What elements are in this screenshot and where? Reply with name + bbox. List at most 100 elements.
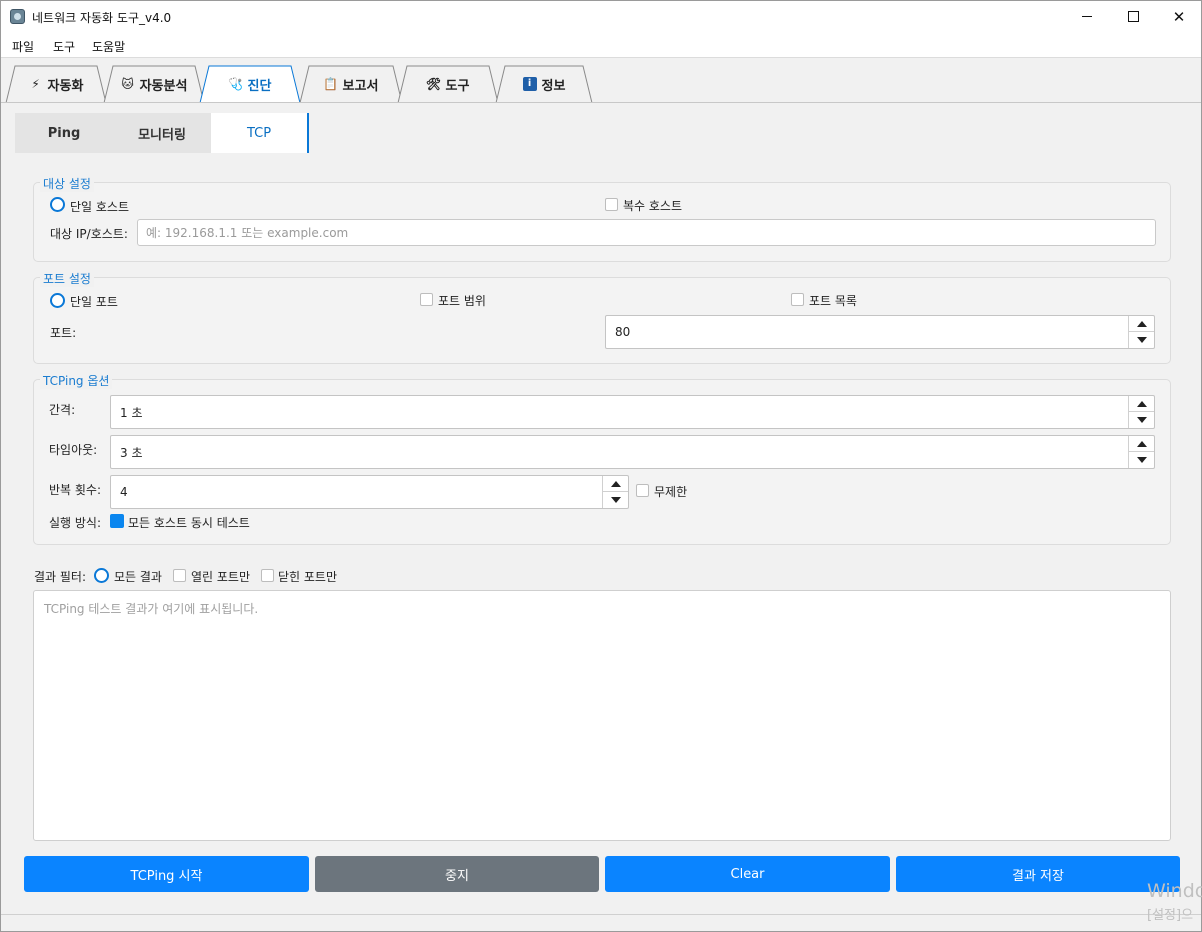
single-port-label: 단일 포트 xyxy=(70,295,118,309)
group-title: 포트 설정 xyxy=(40,270,94,287)
unlimited-label: 무제한 xyxy=(654,485,688,499)
arrow-up-icon xyxy=(1136,440,1147,447)
minimize-icon xyxy=(1082,16,1092,17)
target-ip-input[interactable]: 예: 192.168.1.1 또는 example.com xyxy=(137,219,1156,246)
spin-down-button[interactable] xyxy=(1129,332,1154,348)
filter-open-checkbox[interactable] xyxy=(173,569,186,582)
spin-buttons xyxy=(1128,436,1154,468)
filter-all-label: 모든 결과 xyxy=(114,570,162,584)
port-label: 포트: xyxy=(50,326,77,340)
tab-label: 자동화 xyxy=(47,78,84,94)
result-filter-label: 결과 필터: xyxy=(34,570,87,584)
start-tcping-button[interactable]: TCPing 시작 xyxy=(24,856,309,892)
subtab-tcp[interactable]: TCP xyxy=(211,113,309,153)
sub-tab-bar: Ping 모니터링 TCP xyxy=(15,113,309,153)
repeat-value: 4 xyxy=(120,485,128,499)
filter-closed-checkbox[interactable] xyxy=(261,569,274,582)
maximize-button[interactable] xyxy=(1110,1,1156,32)
close-button[interactable]: ✕ xyxy=(1156,1,1202,32)
unlimited-checkbox[interactable] xyxy=(636,484,649,497)
lightning-icon: ⚡ xyxy=(31,77,40,91)
stethoscope-icon: 🩺 xyxy=(228,77,244,91)
subtab-ping[interactable]: Ping xyxy=(15,113,113,153)
tab-label: 정보 xyxy=(541,78,566,94)
spin-down-button[interactable] xyxy=(1129,452,1154,468)
spin-buttons xyxy=(1128,316,1154,348)
timeout-spinbox[interactable]: 3 초 xyxy=(110,435,1155,469)
multi-host-checkbox[interactable] xyxy=(605,198,618,211)
tcping-options-group: TCPing 옵션 간격: 1 초 타임아웃: 3 초 반복 횟수: 4 무제한… xyxy=(33,372,1171,545)
spin-buttons xyxy=(602,476,628,508)
robot-icon: 🐱 xyxy=(121,77,134,91)
result-textarea[interactable]: TCPing 테스트 결과가 여기에 표시됩니다. xyxy=(33,590,1171,841)
tab-info[interactable]: i 정보 xyxy=(495,65,593,103)
menu-file[interactable]: 파일 xyxy=(12,38,34,55)
exec-mode-option-label: 모든 호스트 동시 테스트 xyxy=(128,516,250,530)
main-tab-bar: ⚡ 자동화 🐱 자동분석 🩺 진단 📋 보고서 🛠 도구 i 정보 xyxy=(1,59,1201,103)
clear-button[interactable]: Clear xyxy=(605,856,890,892)
target-ip-placeholder: 예: 192.168.1.1 또는 example.com xyxy=(146,226,349,240)
repeat-spinbox[interactable]: 4 xyxy=(110,475,629,509)
spin-up-button[interactable] xyxy=(1129,436,1154,452)
menu-tools[interactable]: 도구 xyxy=(53,38,75,55)
tab-auto-analysis[interactable]: 🐱 자동분석 xyxy=(103,65,205,103)
arrow-up-icon xyxy=(610,480,621,487)
single-host-label: 단일 호스트 xyxy=(70,200,130,214)
filter-closed-label: 닫힌 포트만 xyxy=(278,570,338,584)
arrow-down-icon xyxy=(1136,417,1147,423)
port-range-checkbox[interactable] xyxy=(420,293,433,306)
interval-value: 1 초 xyxy=(120,405,143,420)
arrow-up-icon xyxy=(1136,320,1147,327)
title-bar: 네트워크 자동화 도구_v4.0 ✕ xyxy=(1,1,1201,32)
minimize-button[interactable] xyxy=(1064,1,1110,32)
window-title: 네트워크 자동화 도구_v4.0 xyxy=(32,11,172,25)
repeat-label: 반복 횟수: xyxy=(49,483,102,497)
target-settings-group: 대상 설정 단일 호스트 복수 호스트 대상 IP/호스트: 예: 192.16… xyxy=(33,175,1171,262)
tab-label: 진단 xyxy=(247,78,272,94)
group-title: 대상 설정 xyxy=(40,175,94,192)
spin-up-button[interactable] xyxy=(1129,316,1154,332)
tab-tools[interactable]: 🛠 도구 xyxy=(397,65,499,103)
subtab-monitoring[interactable]: 모니터링 xyxy=(113,113,211,153)
app-window: 네트워크 자동화 도구_v4.0 ✕ 파일 도구 도움말 ⚡ 자동화 🐱 자동분석 … xyxy=(0,0,1202,932)
interval-label: 간격: xyxy=(49,403,76,417)
spin-down-button[interactable] xyxy=(603,492,628,508)
close-icon: ✕ xyxy=(1172,7,1186,26)
arrow-down-icon xyxy=(1136,337,1147,343)
port-list-label: 포트 목록 xyxy=(809,294,857,308)
spin-down-button[interactable] xyxy=(1129,412,1154,428)
port-spinbox[interactable]: 80 xyxy=(605,315,1155,349)
port-settings-group: 포트 설정 단일 포트 포트 범위 포트 목록 포트: 80 xyxy=(33,270,1171,364)
port-range-label: 포트 범위 xyxy=(438,294,486,308)
port-list-checkbox[interactable] xyxy=(791,293,804,306)
tab-divider xyxy=(1,102,1201,103)
tab-report[interactable]: 📋 보고서 xyxy=(299,65,403,103)
timeout-label: 타임아웃: xyxy=(49,443,98,457)
tab-label: 도구 xyxy=(445,78,470,94)
single-port-radio[interactable] xyxy=(50,293,65,308)
save-results-button[interactable]: 결과 저장 xyxy=(896,856,1180,892)
spin-buttons xyxy=(1128,396,1154,428)
info-icon: i xyxy=(522,77,537,91)
menu-bar: 파일 도구 도움말 xyxy=(1,32,1201,58)
arrow-down-icon xyxy=(1136,457,1147,463)
interval-spinbox[interactable]: 1 초 xyxy=(110,395,1155,429)
result-placeholder: TCPing 테스트 결과가 여기에 표시됩니다. xyxy=(44,602,259,616)
menu-help[interactable]: 도움말 xyxy=(92,38,125,55)
single-host-radio[interactable] xyxy=(50,197,65,212)
timeout-value: 3 초 xyxy=(120,445,143,460)
filter-all-radio[interactable] xyxy=(94,568,109,583)
activation-watermark-sub: [설정]으 xyxy=(1147,908,1194,923)
arrow-down-icon xyxy=(610,497,621,503)
spin-up-button[interactable] xyxy=(1129,396,1154,412)
arrow-up-icon xyxy=(1136,400,1147,407)
tools-icon: 🛠 xyxy=(425,77,442,91)
tab-automation[interactable]: ⚡ 자동화 xyxy=(5,65,107,103)
filter-open-label: 열린 포트만 xyxy=(191,570,251,584)
spin-up-button[interactable] xyxy=(603,476,628,492)
tab-label: 자동분석 xyxy=(139,78,188,94)
stop-button[interactable]: 중지 xyxy=(315,856,599,892)
exec-mode-checkbox[interactable] xyxy=(110,514,124,528)
tab-label: 보고서 xyxy=(342,78,379,94)
tab-diagnosis[interactable]: 🩺 진단 xyxy=(199,65,301,103)
